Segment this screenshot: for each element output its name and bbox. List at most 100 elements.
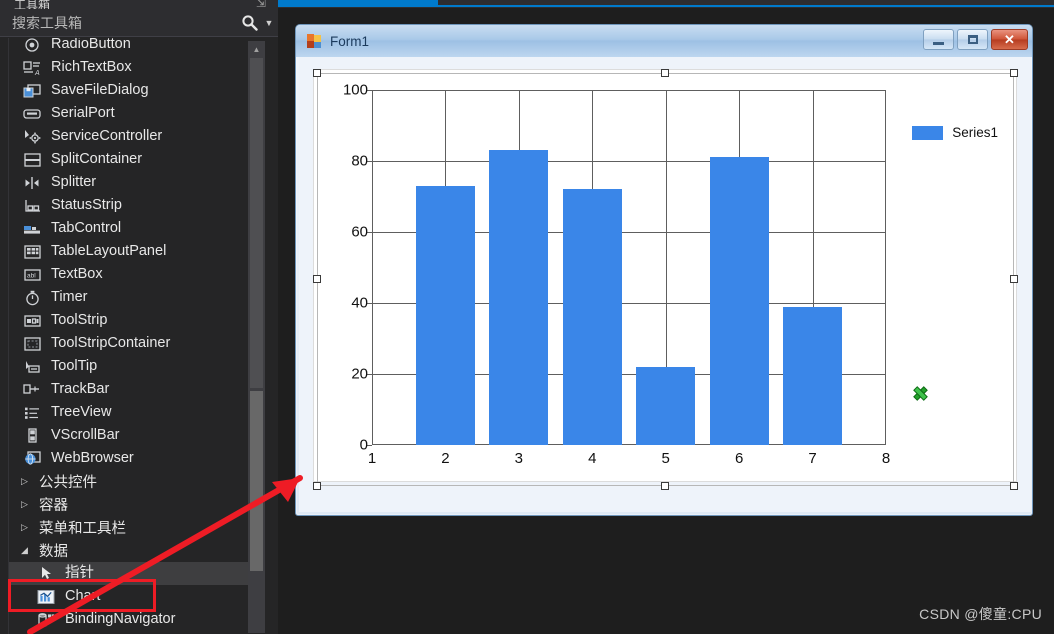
toolbox-group-菜单和工具栏[interactable]: ▷ 菜单和工具栏 xyxy=(9,516,263,539)
toolbox-item-textbox[interactable]: abl TextBox xyxy=(9,263,263,286)
toolbox-panel-title: 工具箱 ⇲ xyxy=(0,0,278,9)
toolbox-item-label: SerialPort xyxy=(51,105,115,121)
toolbox-group-容器[interactable]: ▷ 容器 xyxy=(9,493,263,516)
toolbox-group-label: 数据 xyxy=(39,544,68,560)
chart-icon xyxy=(33,588,59,606)
toolbox-item-指针[interactable]: 指针 xyxy=(9,562,263,585)
toolbox-item-chart[interactable]: Chart xyxy=(9,585,263,608)
form-window[interactable]: Form1 ✕ 0 20 40 60 80 100 1 2 3 4 5 6 7 … xyxy=(295,24,1033,516)
toolbox-item-label: TableLayoutPanel xyxy=(51,243,167,259)
toolbox-item-savefiledialog[interactable]: SaveFileDialog xyxy=(9,79,263,102)
watermark: CSDN @傻童:CPU xyxy=(919,606,1042,622)
y-axis-tick-label: 0 xyxy=(359,436,368,454)
toolbox-item-label: ServiceController xyxy=(51,128,163,144)
chevron-down-icon[interactable]: ◢ xyxy=(21,545,37,556)
scrollbar-thumb-active[interactable] xyxy=(250,391,263,571)
x-axis-tick-label: 7 xyxy=(808,450,817,467)
toolbox-item-webbrowser[interactable]: WebBrowser xyxy=(9,447,263,470)
legend-label: Series1 xyxy=(952,125,998,140)
toolbox-item-radiobutton[interactable]: RadioButton xyxy=(9,38,263,56)
toolbox-item-label: Timer xyxy=(51,289,88,305)
x-axis-tick-label: 8 xyxy=(881,450,891,467)
tablelayoutpanel-icon xyxy=(19,243,45,261)
toolbox-item-tablelayoutpanel[interactable]: TableLayoutPanel xyxy=(9,240,263,263)
toolbox-item-trackbar[interactable]: TrackBar xyxy=(9,378,263,401)
savefiledialog-icon xyxy=(19,82,45,100)
form-title-bar[interactable]: Form1 ✕ xyxy=(296,25,1032,57)
chart-legend[interactable]: Series1 xyxy=(912,125,998,140)
maximize-button[interactable] xyxy=(957,29,988,50)
pin-icon[interactable]: ⇲ xyxy=(256,0,266,9)
toolbox-item-servicecontroller[interactable]: ServiceController xyxy=(9,125,263,148)
toolbox-item-splitter[interactable]: Splitter xyxy=(9,171,263,194)
chevron-down-icon[interactable]: ▼ xyxy=(260,12,278,34)
resize-handle-nw[interactable] xyxy=(313,69,321,77)
svg-text:abl: abl xyxy=(27,272,36,279)
ide-tab-underline xyxy=(438,5,1054,7)
scrollbar-thumb[interactable] xyxy=(250,58,263,388)
pointer-icon xyxy=(33,565,59,583)
toolbox-item-statusstrip[interactable]: StatusStrip xyxy=(9,194,263,217)
chart-bar[interactable] xyxy=(636,366,696,445)
toolbox-item-label: TabControl xyxy=(51,220,122,236)
window-buttons: ✕ xyxy=(923,29,1028,50)
trackbar-icon xyxy=(19,381,45,399)
toolbox-item-toolstrip[interactable]: ToolStrip xyxy=(9,309,263,332)
toolbox-item-timer[interactable]: Timer xyxy=(9,286,263,309)
x-axis-tick-label: 3 xyxy=(514,450,524,467)
form-designer-surface[interactable]: Form1 ✕ 0 20 40 60 80 100 1 2 3 4 5 6 7 … xyxy=(278,9,1054,634)
chart-bar[interactable] xyxy=(416,185,475,445)
gridline-vertical xyxy=(885,90,886,445)
minimize-button[interactable] xyxy=(923,29,954,50)
y-axis-tick-label: 40 xyxy=(351,294,368,312)
toolbox-item-serialport[interactable]: SerialPort xyxy=(9,102,263,125)
chevron-right-icon[interactable]: ▷ xyxy=(21,476,37,487)
treeview-icon xyxy=(19,404,45,422)
tabcontrol-icon xyxy=(19,220,45,238)
chart-bar[interactable] xyxy=(489,150,549,445)
tooltip-icon xyxy=(19,358,45,376)
resize-handle-ne[interactable] xyxy=(1010,69,1018,77)
chart-bar[interactable] xyxy=(783,306,842,445)
toolstrip-icon xyxy=(19,312,45,330)
toolbox-item-toolstripcontainer[interactable]: ToolStripContainer xyxy=(9,332,263,355)
toolbox-item-list[interactable]: RadioButton A RichTextBox SaveFileDialog… xyxy=(8,38,263,634)
toolbox-item-bindingnavigator[interactable]: BindingNavigator xyxy=(9,608,263,631)
scroll-up-icon[interactable]: ▲ xyxy=(248,41,265,58)
resize-handle-sw[interactable] xyxy=(313,482,321,490)
close-button[interactable]: ✕ xyxy=(991,29,1028,50)
resize-handle-s[interactable] xyxy=(661,482,669,490)
toolbox-item-label: Chart xyxy=(65,588,101,604)
toolbox-item-vscrollbar[interactable]: VScrollBar xyxy=(9,424,263,447)
chart-bar[interactable] xyxy=(562,189,622,445)
toolbox-item-richtextbox[interactable]: A RichTextBox xyxy=(9,56,263,79)
toolbox-item-tooltip[interactable]: ToolTip xyxy=(9,355,263,378)
resize-handle-se[interactable] xyxy=(1010,482,1018,490)
resize-handle-w[interactable] xyxy=(313,275,321,283)
chevron-right-icon[interactable]: ▷ xyxy=(21,522,37,533)
ide-tab-strip: 工具箱 ⇲ xyxy=(0,0,1054,9)
radiobutton-icon xyxy=(19,38,45,54)
chevron-right-icon[interactable]: ▷ xyxy=(21,499,37,510)
minimize-icon xyxy=(933,41,944,45)
toolbox-group-label: 容器 xyxy=(39,498,68,514)
search-input[interactable] xyxy=(0,14,238,31)
toolbox-item-label: BindingNavigator xyxy=(65,611,176,627)
serialport-icon xyxy=(19,105,45,123)
textbox-icon: abl xyxy=(19,266,45,284)
resize-handle-n[interactable] xyxy=(661,69,669,77)
search-icon[interactable] xyxy=(238,12,260,34)
toolbox-group-公共控件[interactable]: ▷ 公共控件 xyxy=(9,470,263,493)
toolbox-scrollbar[interactable]: ▲ xyxy=(248,41,265,633)
toolbox-item-treeview[interactable]: TreeView xyxy=(9,401,263,424)
toolbox-item-splitcontainer[interactable]: SplitContainer xyxy=(9,148,263,171)
resize-handle-e[interactable] xyxy=(1010,275,1018,283)
y-axis-tick-label: 80 xyxy=(351,152,368,170)
toolbox-group-数据[interactable]: ◢ 数据 xyxy=(9,539,263,562)
ide-active-tab[interactable] xyxy=(278,0,438,7)
form-client-area[interactable]: 0 20 40 60 80 100 1 2 3 4 5 6 7 8 Series1 xyxy=(299,57,1031,512)
chart-control[interactable]: 0 20 40 60 80 100 1 2 3 4 5 6 7 8 Series1 xyxy=(313,69,1017,482)
toolbox-item-tabcontrol[interactable]: TabControl xyxy=(9,217,263,240)
chart-bar[interactable] xyxy=(709,157,769,445)
gridline-horizontal xyxy=(372,90,886,91)
